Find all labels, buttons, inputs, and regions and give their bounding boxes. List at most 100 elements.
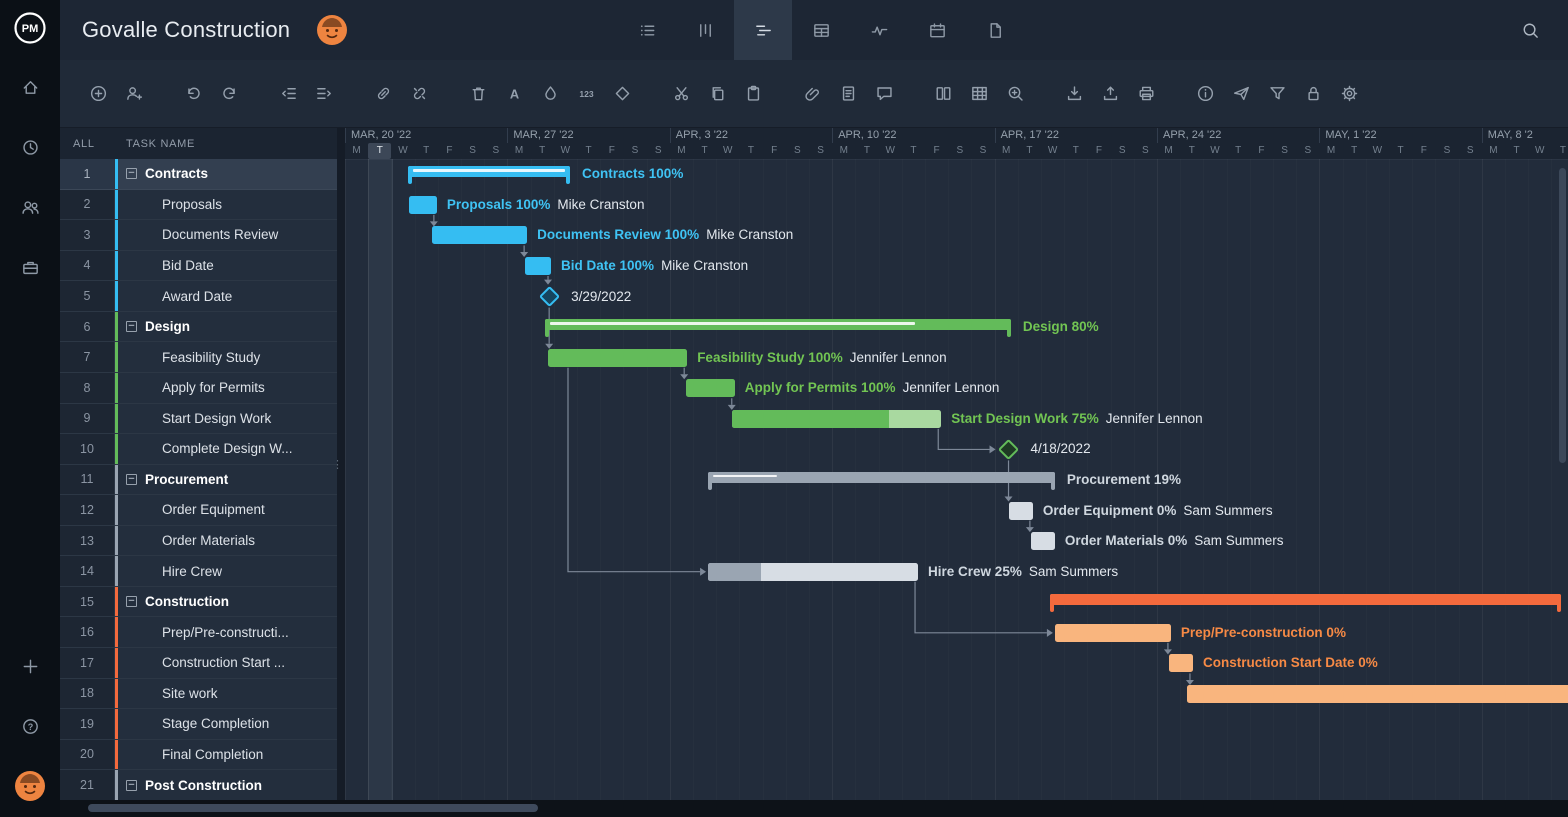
tab-gantt-view[interactable] — [734, 0, 792, 60]
info-button[interactable] — [1189, 77, 1222, 110]
comment-button[interactable] — [868, 77, 901, 110]
task-row-number[interactable]: 19 — [60, 709, 115, 739]
tab-sheet-view[interactable] — [792, 0, 850, 60]
collapse-group-icon[interactable]: − — [126, 780, 137, 791]
gantt-bar-apply-for-permits[interactable] — [686, 379, 735, 397]
task-row-number[interactable]: 3 — [60, 220, 115, 250]
link-tasks-button[interactable] — [367, 77, 400, 110]
text-format-button[interactable]: A — [498, 77, 531, 110]
task-name-cell[interactable]: −Contracts — [115, 159, 337, 189]
task-row-7[interactable]: 7Feasibility Study — [60, 342, 337, 373]
notes-button[interactable] — [832, 77, 865, 110]
rail-team-button[interactable] — [11, 188, 49, 226]
tab-calendar-view[interactable] — [908, 0, 966, 60]
task-row-3[interactable]: 3Documents Review — [60, 220, 337, 251]
task-row-number[interactable]: 17 — [60, 648, 115, 678]
task-name-cell[interactable]: Order Equipment — [115, 495, 337, 525]
task-name-cell[interactable]: Award Date — [115, 281, 337, 311]
task-row-number[interactable]: 20 — [60, 740, 115, 770]
task-name-cell[interactable]: −Construction — [115, 587, 337, 617]
outdent-button[interactable] — [272, 77, 305, 110]
task-name-cell[interactable]: Order Materials — [115, 526, 337, 556]
delete-button[interactable] — [462, 77, 495, 110]
task-name-cell[interactable]: Site work — [115, 679, 337, 709]
task-row-number[interactable]: 10 — [60, 434, 115, 464]
numbers-button[interactable]: 123 — [570, 77, 603, 110]
task-row-19[interactable]: 19Stage Completion — [60, 709, 337, 740]
grid-button[interactable] — [963, 77, 996, 110]
settings-button[interactable] — [1333, 77, 1366, 110]
collapse-group-icon[interactable]: − — [126, 321, 137, 332]
gantt-bar-order-equipment[interactable] — [1009, 502, 1033, 520]
task-row-4[interactable]: 4Bid Date — [60, 251, 337, 282]
print-button[interactable] — [1130, 77, 1163, 110]
task-name-cell[interactable]: Construction Start ... — [115, 648, 337, 678]
gantt-bar-bid-date[interactable] — [525, 257, 551, 275]
task-name-cell[interactable]: Final Completion — [115, 740, 337, 770]
gantt-bar-documents-review[interactable] — [432, 226, 527, 244]
task-name-cell[interactable]: Proposals — [115, 190, 337, 220]
task-row-number[interactable]: 18 — [60, 679, 115, 709]
task-name-cell[interactable]: Prep/Pre-constructi... — [115, 617, 337, 647]
rail-portfolio-button[interactable] — [11, 248, 49, 286]
horizontal-scrollbar-thumb[interactable] — [88, 804, 538, 812]
task-name-cell[interactable]: Bid Date — [115, 251, 337, 281]
task-row-13[interactable]: 13Order Materials — [60, 526, 337, 557]
task-row-number[interactable]: 6 — [60, 312, 115, 342]
task-row-5[interactable]: 5Award Date — [60, 281, 337, 312]
task-row-number[interactable]: 13 — [60, 526, 115, 556]
gantt-summary-bar-construction[interactable] — [1050, 594, 1560, 605]
task-row-number[interactable]: 15 — [60, 587, 115, 617]
task-row-number[interactable]: 1 — [60, 159, 115, 189]
task-row-8[interactable]: 8Apply for Permits — [60, 373, 337, 404]
redo-button[interactable] — [213, 77, 246, 110]
task-row-9[interactable]: 9Start Design Work — [60, 404, 337, 435]
gantt-bar-site-work[interactable] — [1187, 685, 1568, 703]
gantt-summary-bar-procurement[interactable] — [708, 472, 1055, 483]
task-row-number[interactable]: 4 — [60, 251, 115, 281]
paste-button[interactable] — [737, 77, 770, 110]
add-user-button[interactable] — [118, 77, 151, 110]
milestone-button[interactable] — [606, 77, 639, 110]
filter-button[interactable] — [1261, 77, 1294, 110]
gantt-bar-hire-crew[interactable] — [708, 563, 918, 581]
task-row-17[interactable]: 17Construction Start ... — [60, 648, 337, 679]
task-row-18[interactable]: 18Site work — [60, 679, 337, 710]
gantt-bar-start-design-work[interactable] — [732, 410, 941, 428]
search-button[interactable] — [1508, 0, 1552, 60]
task-row-15[interactable]: 15−Construction — [60, 587, 337, 618]
rail-help-button[interactable]: ? — [11, 707, 49, 745]
collapse-group-icon[interactable]: − — [126, 596, 137, 607]
gantt-bar-order-materials[interactable] — [1031, 532, 1055, 550]
task-row-11[interactable]: 11−Procurement — [60, 465, 337, 496]
tab-activity-view[interactable] — [850, 0, 908, 60]
collapse-group-icon[interactable]: − — [126, 168, 137, 179]
task-row-number[interactable]: 9 — [60, 404, 115, 434]
share-button[interactable] — [1225, 77, 1258, 110]
task-name-cell[interactable]: Apply for Permits — [115, 373, 337, 403]
undo-button[interactable] — [177, 77, 210, 110]
task-row-number[interactable]: 12 — [60, 495, 115, 525]
gantt-bar-prep-pre-construction[interactable] — [1055, 624, 1171, 642]
copy-button[interactable] — [701, 77, 734, 110]
import-button[interactable] — [1058, 77, 1091, 110]
tab-board-view[interactable] — [676, 0, 734, 60]
rail-home-button[interactable] — [11, 68, 49, 106]
task-row-2[interactable]: 2Proposals — [60, 190, 337, 221]
task-name-cell[interactable]: Complete Design W... — [115, 434, 337, 464]
task-row-16[interactable]: 16Prep/Pre-constructi... — [60, 617, 337, 648]
task-row-number[interactable]: 14 — [60, 556, 115, 586]
task-name-cell[interactable]: −Procurement — [115, 465, 337, 495]
task-name-cell[interactable]: −Design — [115, 312, 337, 342]
milestone-award-date[interactable] — [539, 286, 560, 307]
task-row-6[interactable]: 6−Design — [60, 312, 337, 343]
collapse-group-icon[interactable]: − — [126, 474, 137, 485]
task-row-number[interactable]: 5 — [60, 281, 115, 311]
pm-logo-icon[interactable]: PM — [12, 10, 48, 46]
unlink-tasks-button[interactable] — [403, 77, 436, 110]
lock-button[interactable] — [1297, 77, 1330, 110]
task-row-21[interactable]: 21−Post Construction — [60, 770, 337, 800]
milestone-complete-design-work[interactable] — [998, 439, 1019, 460]
attachment-button[interactable] — [796, 77, 829, 110]
vertical-scrollbar-thumb[interactable] — [1559, 168, 1566, 463]
